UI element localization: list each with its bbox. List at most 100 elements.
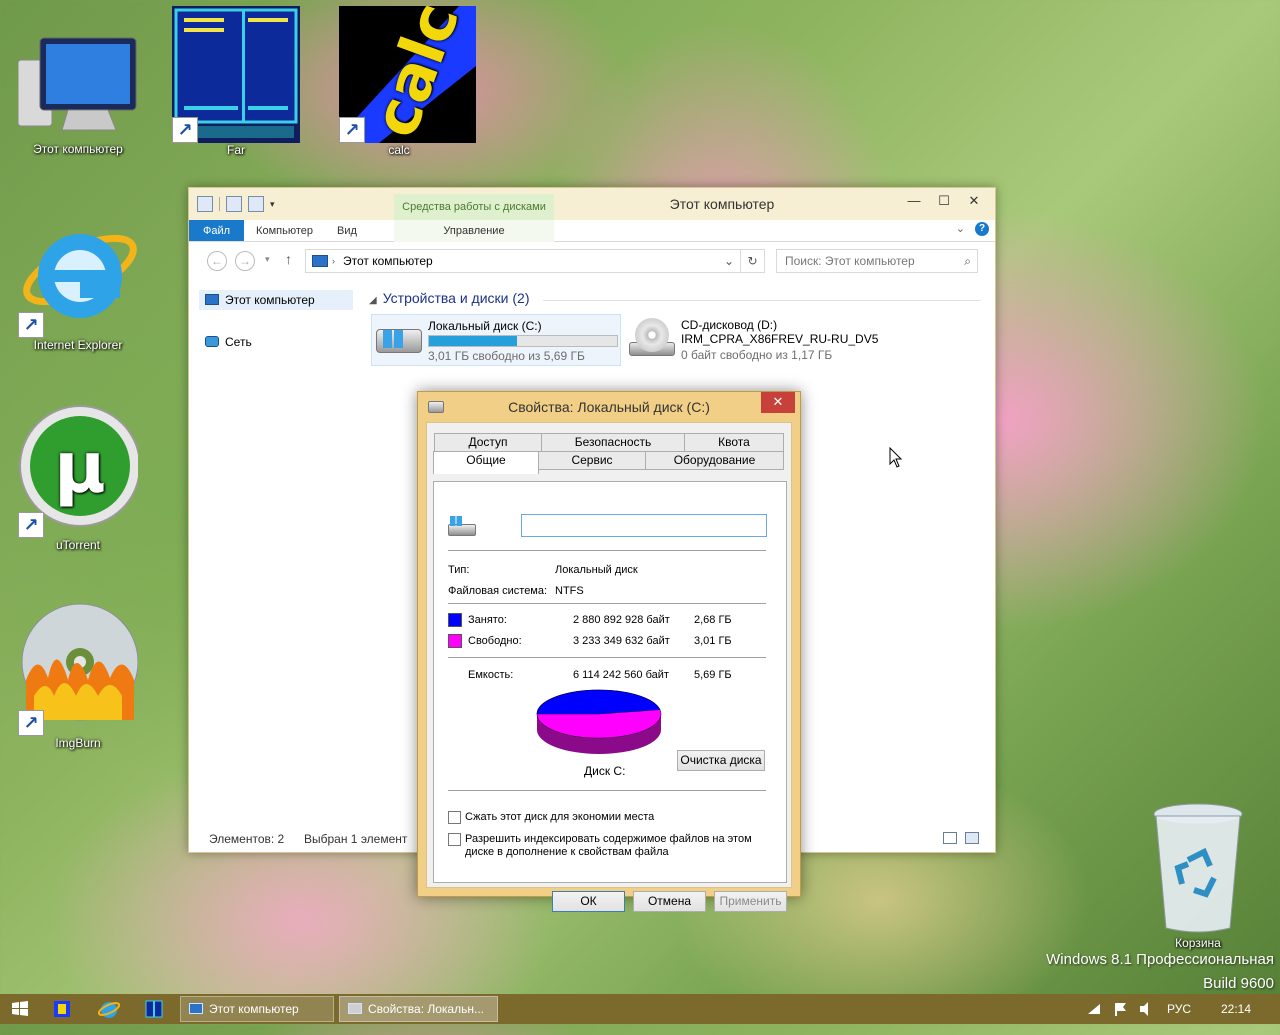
navigation-pane: Этот компьютер Сеть xyxy=(189,280,361,824)
collapse-icon: ◢ xyxy=(369,295,377,306)
desktop-icon-utorrent[interactable]: µ uTorrent xyxy=(18,404,141,552)
tab-view[interactable]: Вид xyxy=(325,220,369,241)
start-button[interactable] xyxy=(10,996,32,1022)
free-gb: 3,01 ГБ xyxy=(694,635,732,647)
tab-file[interactable]: Файл xyxy=(189,220,245,241)
shortcut-arrow-icon xyxy=(172,117,198,143)
help-icon[interactable]: ? xyxy=(975,222,989,236)
index-checkbox[interactable] xyxy=(448,833,461,846)
properties-dialog[interactable]: Свойства: Локальный диск (C:) ✕ Доступ Б… xyxy=(417,391,801,912)
nav-item-computer[interactable]: Этот компьютер xyxy=(199,290,353,310)
back-button[interactable]: ← xyxy=(207,251,227,271)
computer-icon xyxy=(205,294,219,305)
disk-cleanup-button[interactable]: Очистка диска xyxy=(677,750,765,771)
tray-clock[interactable]: 22:14 xyxy=(1221,994,1251,1024)
dialog-body: Доступ Безопасность Квота Общие Сервис О… xyxy=(426,422,792,912)
recent-dropdown-icon[interactable]: ▾ xyxy=(265,254,270,265)
explorer-titlebar[interactable]: ▾ Средства работы с дисками Этот компьют… xyxy=(189,188,995,220)
refresh-button[interactable]: ↻ xyxy=(740,250,764,272)
desktop-icon-calc[interactable]: calc calc xyxy=(339,0,476,157)
apply-button[interactable]: Применить xyxy=(714,891,787,912)
os-watermark-edition: Windows 8.1 Профессиональная xyxy=(1046,951,1274,968)
group-header-devices[interactable]: ◢ Устройства и диски (2) xyxy=(369,290,529,306)
ok-button[interactable]: ОК xyxy=(552,891,625,912)
ribbon-tabs: Файл Компьютер Вид Управление ⌄ ? xyxy=(189,220,995,242)
compress-checkbox[interactable] xyxy=(448,811,461,824)
dialog-titlebar[interactable]: Свойства: Локальный диск (C:) ✕ xyxy=(418,392,800,422)
utorrent-icon: µ xyxy=(18,404,141,538)
svg-text:µ: µ xyxy=(54,427,106,509)
tab-manage[interactable]: Управление xyxy=(394,220,554,242)
tray-volume-icon[interactable] xyxy=(1138,994,1154,1024)
minimize-button[interactable]: — xyxy=(899,190,929,212)
taskbar-window-explorer[interactable]: Этот компьютер xyxy=(180,996,334,1022)
filesystem-value: NTFS xyxy=(555,585,584,597)
desktop-icon-recycle[interactable]: Корзина xyxy=(1138,800,1258,950)
window-title: Этот компьютер xyxy=(669,196,775,212)
maximize-button[interactable]: ☐ xyxy=(929,190,959,212)
desktop-icon-label: Internet Explorer xyxy=(33,338,123,352)
desktop-icon-ie[interactable]: Internet Explorer xyxy=(18,210,138,352)
tab-security[interactable]: Безопасность xyxy=(541,433,685,452)
nav-item-label: Сеть xyxy=(225,335,252,349)
close-button[interactable]: ✕ xyxy=(761,392,795,413)
dialog-title: Свойства: Локальный диск (C:) xyxy=(508,399,710,415)
window-controls: — ☐ ✕ xyxy=(899,190,989,212)
tab-general[interactable]: Общие xyxy=(433,451,539,474)
free-bytes: 3 233 349 632 байт xyxy=(573,635,670,647)
volume-name-input[interactable] xyxy=(521,514,767,537)
chevron-right-icon: › xyxy=(332,256,335,266)
nav-item-network[interactable]: Сеть xyxy=(199,332,260,352)
index-label-line2: диске в дополнение к свойствам файла xyxy=(465,846,669,858)
filesystem-label: Файловая система: xyxy=(448,585,548,597)
drive-name: CD-дисковод (D:) xyxy=(681,318,778,332)
drive-volume-label: IRM_CPRA_X86FREV_RU-RU_DV5 xyxy=(681,332,879,346)
tab-quota[interactable]: Квота xyxy=(684,433,784,452)
pinned-internet-explorer-icon[interactable] xyxy=(97,996,122,1022)
tray-flag-icon[interactable] xyxy=(1112,994,1128,1024)
tiles-view-icon[interactable] xyxy=(965,832,979,844)
desktop-icon-label: Этот компьютер xyxy=(33,142,123,156)
recycle-bin-icon xyxy=(1148,800,1248,936)
taskbar-window-properties[interactable]: Свойства: Локальн... xyxy=(339,996,498,1022)
search-placeholder: Поиск: Этот компьютер xyxy=(785,254,915,268)
forward-button[interactable]: → xyxy=(235,251,255,271)
up-button[interactable]: ↑ xyxy=(285,251,292,267)
desktop-icon-computer[interactable]: Этот компьютер xyxy=(17,30,138,156)
address-bar[interactable]: › Этот компьютер ⌄ ↻ xyxy=(305,249,765,273)
capacity-label: Емкость: xyxy=(468,669,514,681)
shortcut-arrow-icon xyxy=(18,312,44,338)
cancel-button[interactable]: Отмена xyxy=(633,891,706,912)
desktop-icon-label: ImgBurn xyxy=(55,736,101,750)
desktop-icon-label: uTorrent xyxy=(55,538,101,552)
tab-computer[interactable]: Компьютер xyxy=(244,220,325,241)
desktop-icon-imgburn[interactable]: ImgBurn xyxy=(18,600,139,750)
pinned-calc-icon[interactable] xyxy=(52,996,74,1022)
nav-item-label: Этот компьютер xyxy=(225,293,315,307)
drive-usage-fill xyxy=(429,336,518,346)
details-view-icon[interactable] xyxy=(943,832,957,844)
chevron-down-icon[interactable]: ⌄ xyxy=(724,254,734,268)
hard-disk-icon xyxy=(348,1003,362,1014)
divider xyxy=(448,790,766,791)
taskbar-window-label: Этот компьютер xyxy=(209,1002,299,1016)
desktop-icon-label: Корзина xyxy=(1175,936,1221,950)
pinned-far-icon[interactable] xyxy=(144,996,166,1022)
compress-label: Сжать этот диск для экономии места xyxy=(465,811,655,823)
shortcut-arrow-icon xyxy=(18,512,44,538)
desktop-icon-label: calc xyxy=(388,143,410,157)
tab-access[interactable]: Доступ xyxy=(434,433,542,452)
tray-network-icon[interactable] xyxy=(1086,994,1102,1024)
tab-hardware[interactable]: Оборудование xyxy=(645,451,784,470)
tab-service[interactable]: Сервис xyxy=(538,451,646,470)
desktop-icon-far[interactable]: Far xyxy=(172,6,300,157)
tray-language[interactable]: РУС xyxy=(1167,994,1191,1024)
drive-c[interactable]: Локальный диск (C:) 3,01 ГБ свободно из … xyxy=(371,314,621,366)
ribbon-expand-icon[interactable]: ⌄ xyxy=(956,222,965,236)
shortcut-arrow-icon xyxy=(18,710,44,736)
free-label: Свободно: xyxy=(468,635,522,647)
desktop-icon-label: Far xyxy=(227,143,245,157)
drive-d[interactable]: CD-дисковод (D:) IRM_CPRA_X86FREV_RU-RU_… xyxy=(625,314,885,366)
search-input[interactable]: Поиск: Этот компьютер ⌕ xyxy=(776,249,978,273)
close-button[interactable]: ✕ xyxy=(959,190,989,212)
